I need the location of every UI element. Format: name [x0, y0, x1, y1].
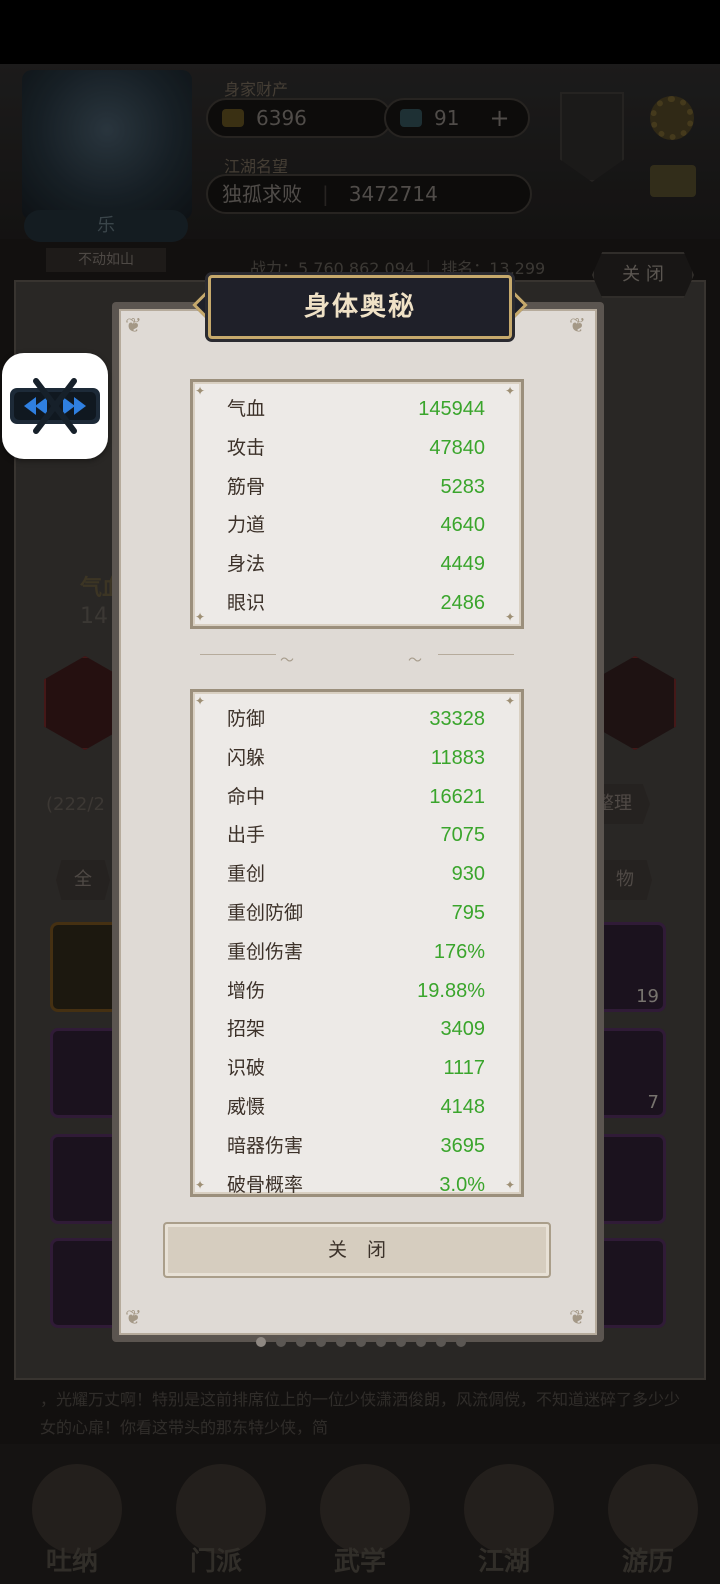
stat-value: 1117	[443, 1057, 485, 1080]
stat-row: 力道 4640	[193, 507, 521, 543]
stat-value: 2486	[440, 592, 486, 614]
stat-row: 攻击 47840	[193, 430, 521, 466]
stat-name: 识破	[227, 1057, 266, 1080]
stat-name: 防御	[227, 708, 266, 730]
stat-value: 4640	[440, 514, 486, 537]
panel-corner-icon: ✦	[195, 384, 206, 398]
panel-corner-icon: ✦	[505, 694, 516, 708]
stat-name: 暗器伤害	[227, 1134, 304, 1157]
stat-row: 出手 7075	[193, 817, 521, 853]
stat-name: 重创	[227, 863, 266, 886]
stat-name: 招架	[227, 1018, 266, 1041]
page-dot	[376, 1337, 386, 1347]
stat-row: 重创防御 795	[193, 895, 521, 931]
stat-value: 795	[451, 902, 485, 924]
stat-value: 4148	[440, 1096, 486, 1118]
stat-row: 招架 3409	[193, 1011, 521, 1047]
stat-value: 7075	[440, 824, 486, 847]
stat-value: 16621	[429, 785, 485, 808]
page-dot	[296, 1337, 306, 1347]
secondary-stats-panel[interactable]: 防御 33328 闪躲 11883 命中 16621 出手 7075 重创 930 重创防御 795 重…	[190, 689, 524, 1197]
page-dot	[356, 1337, 366, 1347]
divider-line	[200, 654, 276, 664]
stat-name: 攻击	[227, 436, 266, 459]
close-button[interactable]: 关闭	[163, 1222, 551, 1278]
panel-corner-icon: ✦	[195, 694, 206, 708]
primary-stats-panel: 气血 145944 攻击 47840 筋骨 5283 力道 4640 身法 4449 眼识 2486 ✦…	[190, 379, 524, 629]
stat-name: 力道	[227, 514, 266, 537]
page-dot	[336, 1337, 346, 1347]
panel-corner-icon: ✦	[505, 1178, 516, 1192]
corner-ornament-icon: ❦	[569, 1305, 586, 1329]
stat-value: 930	[451, 863, 485, 886]
stat-name: 闪躲	[227, 746, 266, 769]
stat-name: 眼识	[227, 592, 266, 614]
stat-value: 47840	[429, 436, 485, 459]
stat-row: 重创 930	[193, 856, 521, 892]
corner-ornament-icon: ❦	[125, 1305, 142, 1329]
panel-corner-icon: ✦	[195, 610, 206, 624]
stat-row: 威慑 4148	[193, 1089, 521, 1125]
stat-row: 筋骨 5283	[193, 469, 521, 505]
stat-row: 暗器伤害 3695	[193, 1128, 521, 1164]
page-dot	[276, 1337, 286, 1347]
corner-ornament-icon: ❦	[569, 313, 586, 337]
stat-value: 4449	[440, 553, 486, 576]
stat-name: 增伤	[227, 979, 266, 1002]
stat-row: 增伤 19.88%	[193, 973, 521, 1009]
panel-corner-icon: ✦	[505, 384, 516, 398]
stat-name: 筋骨	[227, 475, 266, 498]
divider-swirl-icon: 〜	[408, 653, 422, 669]
page-dot	[316, 1337, 326, 1347]
stat-row: 闪躲 11883	[193, 740, 521, 776]
stat-name: 气血	[227, 398, 266, 420]
stat-value: 19.88%	[417, 979, 485, 1002]
panel-corner-icon: ✦	[195, 1178, 206, 1192]
floating-assist-button[interactable]	[2, 353, 108, 459]
stat-row: 眼识 2486	[193, 585, 521, 621]
stat-name: 出手	[227, 824, 266, 847]
stat-value: 3.0%	[439, 1173, 485, 1196]
page-dot	[436, 1337, 446, 1347]
stat-row: 防御 33328	[193, 701, 521, 737]
divider-swirl-icon: 〜	[280, 653, 294, 669]
stat-row: 识破 1117	[193, 1050, 521, 1086]
stat-name: 重创防御	[227, 902, 304, 924]
double-arrow-x-icon	[10, 378, 100, 434]
stat-value: 33328	[429, 708, 485, 730]
page-dot	[396, 1337, 406, 1347]
stat-value: 145944	[418, 398, 485, 420]
stat-value: 3409	[440, 1018, 486, 1041]
corner-ornament-icon: ❦	[125, 313, 142, 337]
page-dot	[416, 1337, 426, 1347]
stat-row: 气血 145944	[193, 391, 521, 427]
stat-name: 身法	[227, 553, 266, 576]
stat-name: 命中	[227, 785, 266, 808]
stat-value: 3695	[440, 1134, 486, 1157]
stat-row: 破骨概率 3.0%	[193, 1167, 521, 1196]
divider-line	[438, 654, 514, 664]
stat-name: 重创伤害	[227, 940, 304, 963]
page-dot	[256, 1337, 266, 1347]
stat-row: 重创伤害 176%	[193, 934, 521, 970]
page-indicator	[256, 1337, 466, 1347]
stat-name: 威慑	[227, 1096, 266, 1118]
stat-value: 5283	[440, 475, 486, 498]
stat-row: 身法 4449	[193, 546, 521, 582]
page-dot	[456, 1337, 466, 1347]
dialog-title-plate: 身体奥秘	[208, 275, 512, 339]
stat-row: 命中 16621	[193, 779, 521, 815]
stat-value: 11883	[430, 746, 485, 769]
dialog-title: 身体奥秘	[303, 292, 416, 322]
stat-value: 176%	[433, 940, 485, 963]
stat-name: 破骨概率	[227, 1173, 304, 1196]
panel-corner-icon: ✦	[505, 610, 516, 624]
